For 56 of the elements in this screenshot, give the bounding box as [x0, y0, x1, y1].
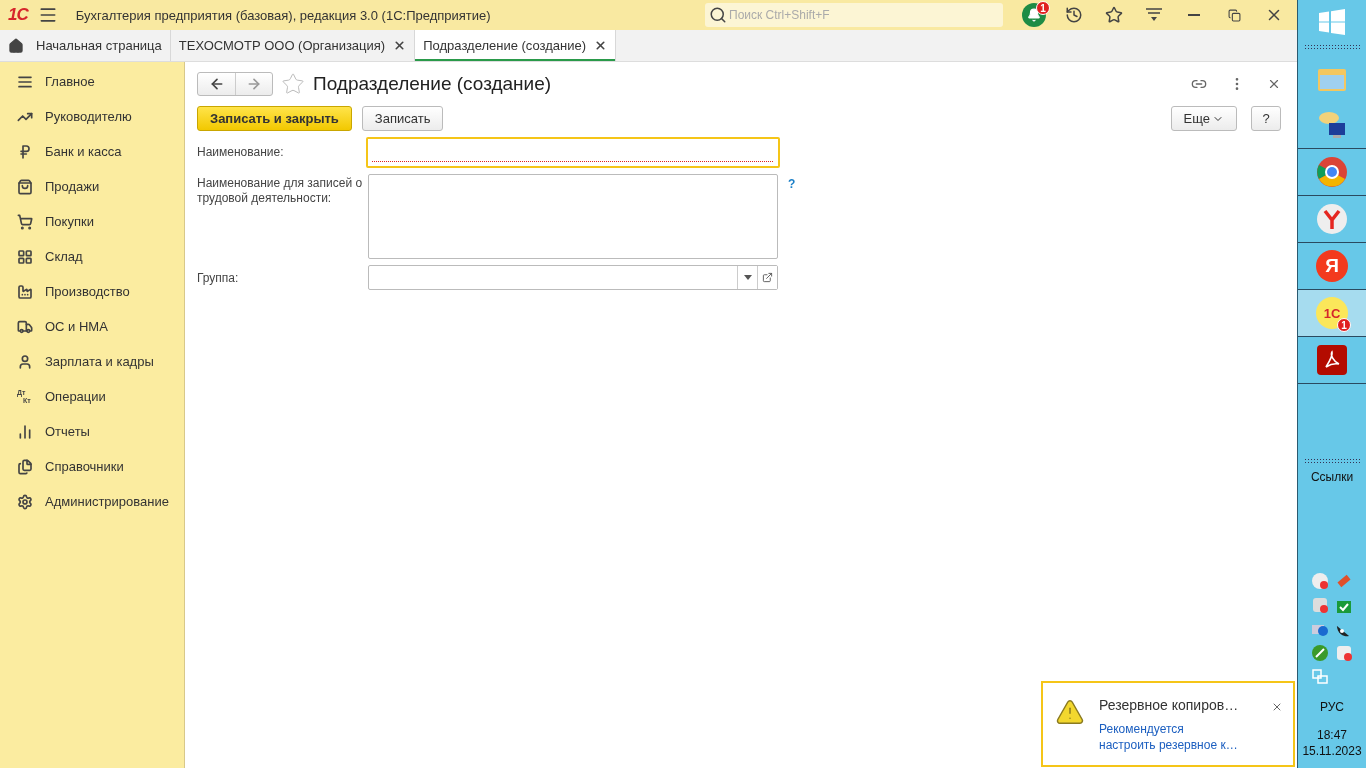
sidebar-label: Администрирование: [45, 494, 169, 509]
notifications-button[interactable]: 1: [1019, 2, 1049, 28]
form-title: Подразделение (создание): [313, 73, 553, 95]
sidebar-item[interactable]: Руководителю: [0, 99, 184, 134]
search-field[interactable]: Поиск Ctrl+Shift+F: [705, 3, 1003, 27]
sidebar-item[interactable]: Склад: [0, 239, 184, 274]
save-button[interactable]: Записать: [361, 106, 444, 131]
sidebar-item[interactable]: Банк и касса: [0, 134, 184, 169]
clock-time[interactable]: 18:47: [1317, 728, 1347, 742]
language-indicator[interactable]: РУС: [1320, 700, 1344, 714]
links-label[interactable]: Ссылки: [1310, 470, 1354, 484]
more-button[interactable]: Еще: [1170, 106, 1237, 131]
notification-title: Резервное копиров…: [1099, 697, 1240, 713]
sidebar-label: Покупки: [45, 214, 94, 229]
tab-label: Начальная страница: [36, 38, 162, 53]
sidebar-label: Операции: [45, 389, 106, 404]
sidebar-label: Продажи: [45, 179, 100, 194]
tab[interactable]: Начальная страница: [0, 30, 171, 61]
sidebar-item[interactable]: Покупки: [0, 204, 184, 239]
sidebar-item[interactable]: Главное: [0, 64, 184, 99]
sidebar-label: Склад: [45, 249, 83, 264]
window-title: Бухгалтерия предприятия (базовая), редакция 3.0 (1С:Предприятие): [75, 7, 492, 23]
sidebar-item[interactable]: Администрирование: [0, 484, 184, 519]
sidebar-label: Руководителю: [45, 109, 132, 124]
sidebar-label: Зарплата и кадры: [45, 354, 154, 369]
app-logo: 1С: [8, 5, 28, 25]
sidebar-label: Главное: [45, 74, 95, 89]
sidebar-item[interactable]: Зарплата и кадры: [0, 344, 184, 379]
notification-badge: 1: [1036, 1, 1050, 15]
sidebar-item[interactable]: Отчеты: [0, 414, 184, 449]
help-button[interactable]: ?: [1251, 106, 1281, 131]
tab[interactable]: Подразделение (создание): [415, 30, 617, 61]
sidebar-item[interactable]: ОС и НМА: [0, 309, 184, 344]
clock-date[interactable]: 15.11.2023: [1302, 744, 1362, 758]
field-label: Наименование:: [197, 144, 285, 160]
tab-label: ТЕХОСМОТР ООО (Организация): [178, 38, 386, 53]
onec-icon: 1С 1: [1316, 297, 1348, 329]
sidebar-label: ОС и НМА: [45, 319, 108, 334]
sidebar-item[interactable]: Производство: [0, 274, 184, 309]
sidebar-item[interactable]: Продажи: [0, 169, 184, 204]
taskbar-button[interactable]: 1С 1: [1298, 290, 1366, 336]
notification-link[interactable]: Рекомендуется: [1099, 721, 1257, 737]
save-and-close-button[interactable]: Записать и закрыть: [197, 106, 352, 131]
sidebar-label: Справочники: [45, 459, 124, 474]
sidebar-label: Банк и касса: [45, 144, 122, 159]
field-label: Наименование для записей о трудовой деятельности:: [197, 175, 364, 206]
help-link[interactable]: ?: [780, 177, 796, 191]
notification-link[interactable]: настроить резервное к…: [1099, 737, 1257, 753]
sidebar-label: Отчеты: [45, 424, 90, 439]
taskbar-button[interactable]: Я: [1298, 243, 1366, 289]
yandex-icon: Я: [1316, 250, 1348, 282]
field-label: Группа:: [197, 270, 240, 286]
tab-label: Подразделение (создание): [423, 38, 587, 53]
notification-badge: 1: [1337, 318, 1351, 332]
sidebar-item[interactable]: Справочники: [0, 449, 184, 484]
sidebar-label: Производство: [45, 284, 130, 299]
